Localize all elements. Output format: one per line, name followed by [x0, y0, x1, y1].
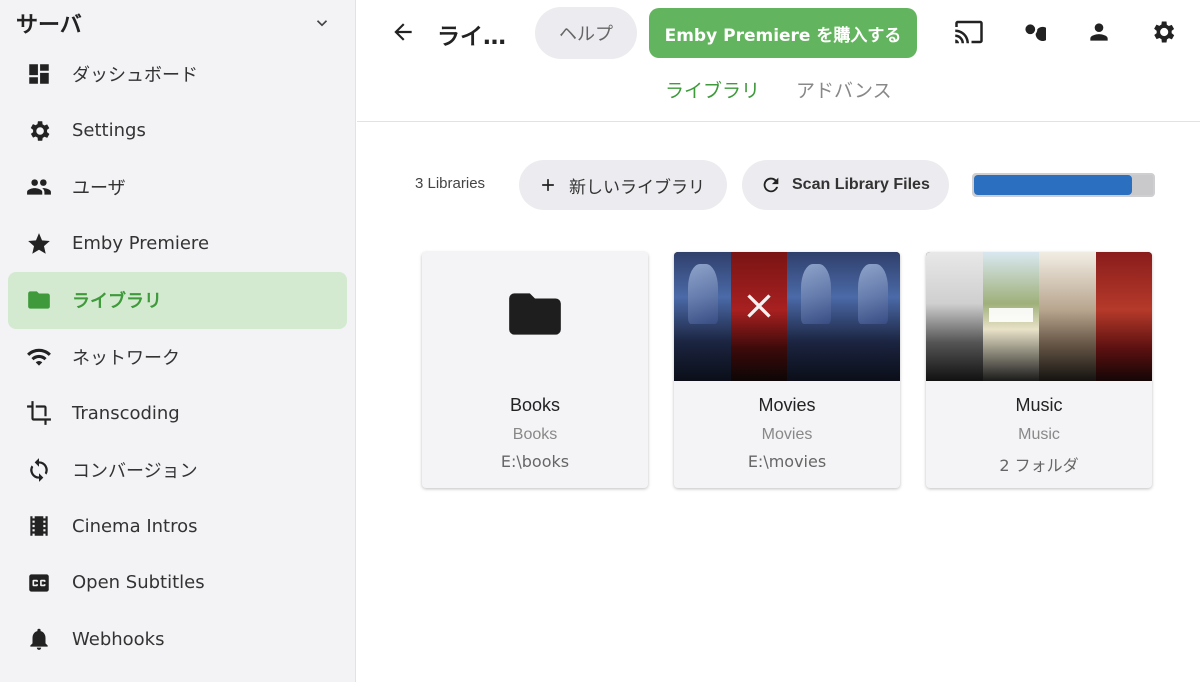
search-icon[interactable]: [1015, 14, 1051, 50]
sidebar-header[interactable]: サーバ: [0, 0, 355, 46]
library-name: Books: [509, 395, 561, 415]
library-path: E:\movies: [747, 452, 827, 471]
library-count: 3 Libraries: [415, 175, 486, 192]
sidebar-item-dashboard[interactable]: ダッシュボード: [8, 46, 347, 103]
poster-image: [674, 252, 731, 381]
scan-progress-fill: [974, 175, 1132, 195]
sidebar-item-label: Cinema Intros: [72, 515, 198, 537]
poster-image: [730, 252, 787, 381]
buy-premiere-button[interactable]: Emby Premiere を購入する: [649, 8, 917, 58]
library-type: Music: [1018, 426, 1060, 443]
library-tabs: ライブラリ アドバンス: [665, 76, 892, 103]
users-icon: [24, 172, 54, 202]
sidebar-item-library[interactable]: ライブラリ: [8, 272, 347, 329]
sidebar: サーバ ダッシュボード Settings ユーザ Emby Premiere ラ…: [0, 0, 356, 682]
top-bar: ライ… ヘルプ Emby Premiere を購入する ライブラリ アドバンス: [357, 0, 1200, 122]
scan-library-button[interactable]: Scan Library Files: [742, 160, 949, 210]
folder-icon: [500, 283, 570, 350]
user-icon[interactable]: [1081, 14, 1117, 50]
library-toolbar: 3 Libraries 新しいライブラリ Scan Library Files: [357, 160, 1200, 210]
folder-icon: [24, 285, 54, 315]
library-name: Movies: [758, 395, 816, 415]
gear-icon: [24, 116, 54, 146]
gear-icon[interactable]: [1145, 14, 1181, 50]
sidebar-item-label: Transcoding: [72, 402, 180, 424]
library-path: E:\books: [500, 452, 570, 471]
sidebar-item-webhooks[interactable]: Webhooks: [8, 611, 347, 668]
cast-icon[interactable]: [951, 14, 987, 50]
bell-icon: [24, 624, 54, 654]
library-card-books[interactable]: Books Books E:\books: [422, 252, 648, 488]
sidebar-item-cinema-intros[interactable]: Cinema Intros: [8, 498, 347, 555]
sidebar-item-emby-premiere[interactable]: Emby Premiere: [8, 216, 347, 273]
page-title: ライ…: [437, 24, 506, 50]
wifi-icon: [24, 342, 54, 372]
help-button[interactable]: ヘルプ: [535, 7, 637, 59]
crop-icon: [24, 398, 54, 428]
sync-icon: [24, 455, 54, 485]
sidebar-item-conversion[interactable]: コンバージョン: [8, 442, 347, 499]
new-library-button[interactable]: 新しいライブラリ: [519, 160, 727, 210]
closed-caption-icon: [24, 568, 54, 598]
album-cover: [1095, 252, 1152, 381]
album-cover: [982, 252, 1039, 381]
sidebar-item-label: ネットワーク: [72, 347, 180, 369]
library-card-music[interactable]: Music Music 2 フォルダ: [926, 252, 1152, 488]
sidebar-item-label: ダッシュボード: [72, 65, 198, 87]
library-type: Movies: [761, 426, 813, 443]
sidebar-nav: ダッシュボード Settings ユーザ Emby Premiere ライブラリ: [0, 46, 355, 668]
library-thumbnail: [422, 252, 648, 381]
album-cover: [1039, 252, 1096, 381]
star-icon: [24, 229, 54, 259]
sidebar-item-label: Emby Premiere: [72, 233, 210, 255]
sidebar-item-label: コンバージョン: [72, 460, 198, 482]
library-type: Books: [512, 426, 558, 443]
sidebar-item-label: Settings: [72, 120, 146, 142]
sidebar-item-label: ユーザ: [72, 178, 126, 200]
library-thumbnail: [926, 252, 1152, 381]
poster-image: [843, 252, 900, 381]
chevron-down-icon[interactable]: [311, 12, 333, 34]
sidebar-item-label: Webhooks: [72, 628, 165, 650]
library-card-movies[interactable]: Movies Movies E:\movies: [674, 252, 900, 488]
plus-icon: [537, 174, 559, 196]
sidebar-title: サーバ: [16, 13, 82, 38]
library-cards: Books Books E:\books Movies Movies E:\mo…: [422, 252, 1152, 488]
tab-library[interactable]: ライブラリ: [665, 76, 760, 103]
new-library-label: 新しいライブラリ: [569, 177, 705, 198]
album-cover: [926, 252, 983, 381]
poster-image: [787, 252, 844, 381]
sidebar-item-label: Open Subtitles: [72, 572, 205, 594]
library-name: Music: [1015, 395, 1063, 415]
sidebar-item-network[interactable]: ネットワーク: [8, 329, 347, 386]
sidebar-item-transcoding[interactable]: Transcoding: [8, 385, 347, 442]
library-path: 2 フォルダ: [999, 456, 1079, 475]
library-thumbnail: [674, 252, 900, 381]
scan-progress-bar: [972, 173, 1155, 197]
dashboard-icon: [24, 59, 54, 89]
refresh-icon: [760, 174, 782, 196]
tab-advanced[interactable]: アドバンス: [796, 76, 892, 103]
sidebar-item-label: ライブラリ: [72, 291, 162, 313]
back-arrow-icon[interactable]: [387, 16, 419, 48]
film-icon: [24, 511, 54, 541]
scan-library-label: Scan Library Files: [792, 176, 930, 193]
sidebar-item-open-subtitles[interactable]: Open Subtitles: [8, 555, 347, 612]
sidebar-item-settings[interactable]: Settings: [8, 103, 347, 160]
sidebar-item-users[interactable]: ユーザ: [8, 159, 347, 216]
